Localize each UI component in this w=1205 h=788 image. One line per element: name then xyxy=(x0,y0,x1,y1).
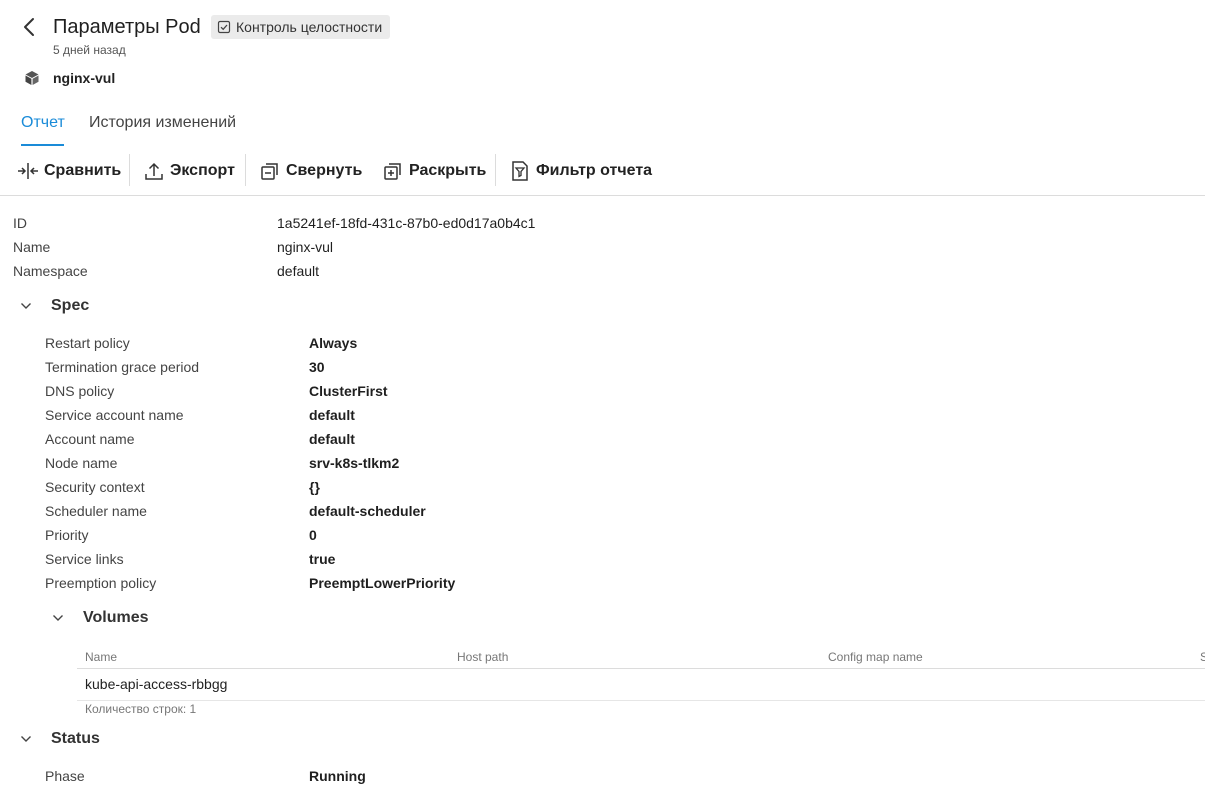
property-key: Name xyxy=(13,239,51,255)
property-value: default xyxy=(309,431,355,447)
tab-report[interactable]: Отчет xyxy=(21,113,65,133)
property-row: Security context {} xyxy=(45,477,1145,497)
toolbar-divider xyxy=(129,154,130,186)
collapse-all-button[interactable]: Свернуть xyxy=(259,158,362,184)
section-title: Status xyxy=(51,730,100,747)
property-value: true xyxy=(309,551,336,567)
property-row: Phase Running xyxy=(45,766,1145,786)
active-tab-indicator xyxy=(21,144,64,146)
property-key: Namespace xyxy=(13,263,88,279)
filter-label: Фильтр отчета xyxy=(536,162,653,179)
section-title: Spec xyxy=(51,297,90,314)
property-value: default xyxy=(277,263,320,279)
property-key: ID xyxy=(13,215,27,231)
tab-change-history[interactable]: История изменений xyxy=(89,113,236,133)
collapse-label: Свернуть xyxy=(286,162,363,179)
property-row: Node name srv-k8s-tlkm2 xyxy=(45,453,1145,473)
tab-bar: Отчет История изменений xyxy=(0,108,400,148)
property-value: {} xyxy=(309,479,320,495)
page-title: Параметры Pod xyxy=(53,16,201,38)
report-filter-button[interactable]: Фильтр отчета xyxy=(509,158,652,184)
toolbar-divider xyxy=(245,154,246,186)
property-value: srv-k8s-tlkm2 xyxy=(309,455,400,471)
integrity-control-badge[interactable]: Контроль целостности xyxy=(211,15,391,39)
row-count: Количество строк: 1 xyxy=(85,702,197,716)
column-header-name[interactable]: Name xyxy=(85,650,117,664)
property-value: 30 xyxy=(309,359,325,375)
table-row-divider xyxy=(77,700,1205,701)
expand-icon xyxy=(382,160,404,182)
property-key: DNS policy xyxy=(45,383,115,399)
section-volumes-toggle[interactable]: Volumes xyxy=(51,609,149,627)
export-label: Экспорт xyxy=(170,162,235,179)
resource-line: nginx-vul xyxy=(24,70,115,86)
collapse-icon xyxy=(259,160,281,182)
report-toolbar: Сравнить Экспорт Свернуть Раскрыть Фильт… xyxy=(0,154,1205,196)
property-key: Node name xyxy=(45,455,118,471)
property-row: Termination grace period 30 xyxy=(45,357,1145,377)
property-value: default xyxy=(309,407,355,423)
chevron-left-icon xyxy=(24,18,34,36)
back-button[interactable] xyxy=(18,14,40,40)
upload-icon xyxy=(143,160,165,182)
property-value: 0 xyxy=(309,527,317,543)
compare-icon xyxy=(17,160,39,182)
property-key: Service links xyxy=(45,551,124,567)
property-row: Service links true xyxy=(45,549,1145,569)
property-row: Name nginx-vul xyxy=(13,237,1113,257)
property-row: Priority 0 xyxy=(45,525,1145,545)
property-key: Termination grace period xyxy=(45,359,200,375)
table-header-divider xyxy=(77,668,1205,669)
property-value: default-scheduler xyxy=(309,503,426,519)
property-key: Preemption policy xyxy=(45,575,157,591)
last-updated: 5 дней назад xyxy=(53,43,126,57)
chevron-down-icon xyxy=(51,611,65,625)
property-row: Scheduler name default-scheduler xyxy=(45,501,1145,521)
property-row: Preemption policy PreemptLowerPriority xyxy=(45,573,1145,593)
section-title: Volumes xyxy=(83,609,149,626)
property-row: ID 1a5241ef-18fd-431c-87b0-ed0d17a0b4c1 xyxy=(13,213,1113,233)
property-key: Restart policy xyxy=(45,335,130,351)
filter-document-icon xyxy=(509,160,531,182)
table-cell-name: kube-api-access-rbbgg xyxy=(85,676,228,692)
expand-all-button[interactable]: Раскрыть xyxy=(382,158,486,184)
property-key: Account name xyxy=(45,431,135,447)
property-key: Phase xyxy=(45,768,85,784)
property-value: PreemptLowerPriority xyxy=(309,575,456,591)
page-header: Параметры Pod Контроль целостности 5 дне… xyxy=(0,0,1205,100)
property-value: ClusterFirst xyxy=(309,383,388,399)
resource-name: nginx-vul xyxy=(53,70,116,86)
section-spec-toggle[interactable]: Spec xyxy=(19,297,89,315)
column-header-truncated[interactable]: S xyxy=(1200,650,1205,664)
integrity-check-icon xyxy=(217,20,231,34)
property-row: Account name default xyxy=(45,429,1145,449)
property-value: Running xyxy=(309,768,366,784)
property-row: Service account name default xyxy=(45,405,1145,425)
cube-icon xyxy=(24,70,40,86)
property-key: Security context xyxy=(45,479,145,495)
toolbar-divider xyxy=(495,154,496,186)
property-key: Scheduler name xyxy=(45,503,147,519)
column-header-host-path[interactable]: Host path xyxy=(457,650,508,664)
property-value: 1a5241ef-18fd-431c-87b0-ed0d17a0b4c1 xyxy=(277,215,536,231)
property-value: Always xyxy=(309,335,358,351)
property-value: nginx-vul xyxy=(277,239,334,255)
property-row: DNS policy ClusterFirst xyxy=(45,381,1145,401)
property-key: Service account name xyxy=(45,407,184,423)
expand-label: Раскрыть xyxy=(409,162,487,179)
compare-label: Сравнить xyxy=(44,162,122,179)
chevron-down-icon xyxy=(19,732,33,746)
property-row: Namespace default xyxy=(13,261,1113,281)
property-key: Priority xyxy=(45,527,89,543)
compare-button[interactable]: Сравнить xyxy=(17,158,121,184)
chevron-down-icon xyxy=(19,299,33,313)
section-status-toggle[interactable]: Status xyxy=(19,730,100,748)
export-button[interactable]: Экспорт xyxy=(143,158,235,184)
column-header-config-map-name[interactable]: Config map name xyxy=(828,650,923,664)
property-row: Restart policy Always xyxy=(45,333,1145,353)
badge-label: Контроль целостности xyxy=(236,19,383,35)
